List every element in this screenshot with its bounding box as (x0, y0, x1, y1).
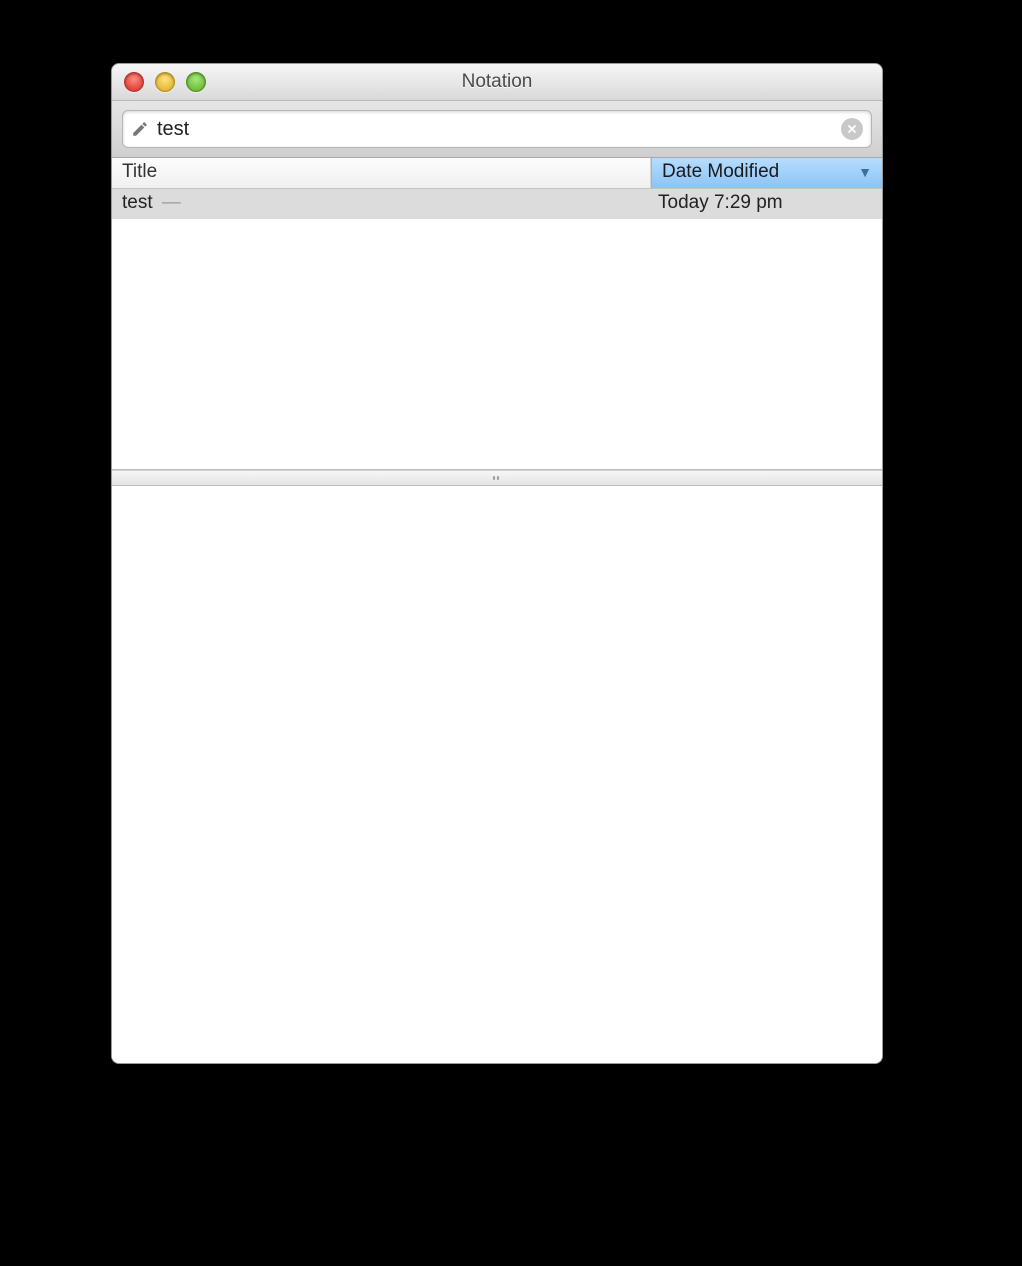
pencil-icon (131, 120, 149, 138)
clear-search-button[interactable] (841, 118, 863, 140)
note-list: test — Today 7:29 pm (112, 189, 882, 219)
column-header-date-modified-label: Date Modified (662, 161, 779, 183)
row-title: test (122, 192, 153, 213)
column-header-title[interactable]: Title (112, 158, 651, 188)
row-title-suffix: — (162, 192, 181, 213)
note-editor[interactable] (112, 486, 882, 1063)
search-input[interactable] (155, 117, 841, 142)
table-row[interactable]: test — Today 7:29 pm (112, 189, 882, 219)
close-window-button[interactable] (124, 72, 144, 92)
zoom-window-button[interactable] (186, 72, 206, 92)
window-title: Notation (112, 71, 882, 93)
search-field[interactable] (122, 110, 872, 148)
minimize-window-button[interactable] (155, 72, 175, 92)
row-title-cell: test — (112, 189, 648, 219)
toolbar (112, 101, 882, 158)
app-window: Notation Title Date Modified ▼ test — To… (111, 63, 883, 1064)
note-list-empty-area[interactable] (112, 219, 882, 470)
titlebar[interactable]: Notation (112, 64, 882, 101)
table-header: Title Date Modified ▼ (112, 158, 882, 189)
split-handle[interactable] (112, 470, 882, 486)
row-date-cell: Today 7:29 pm (648, 189, 882, 219)
sort-descending-icon: ▼ (858, 164, 872, 180)
grip-icon (493, 476, 501, 480)
traffic-lights (124, 72, 206, 92)
column-header-date-modified[interactable]: Date Modified ▼ (651, 158, 882, 188)
